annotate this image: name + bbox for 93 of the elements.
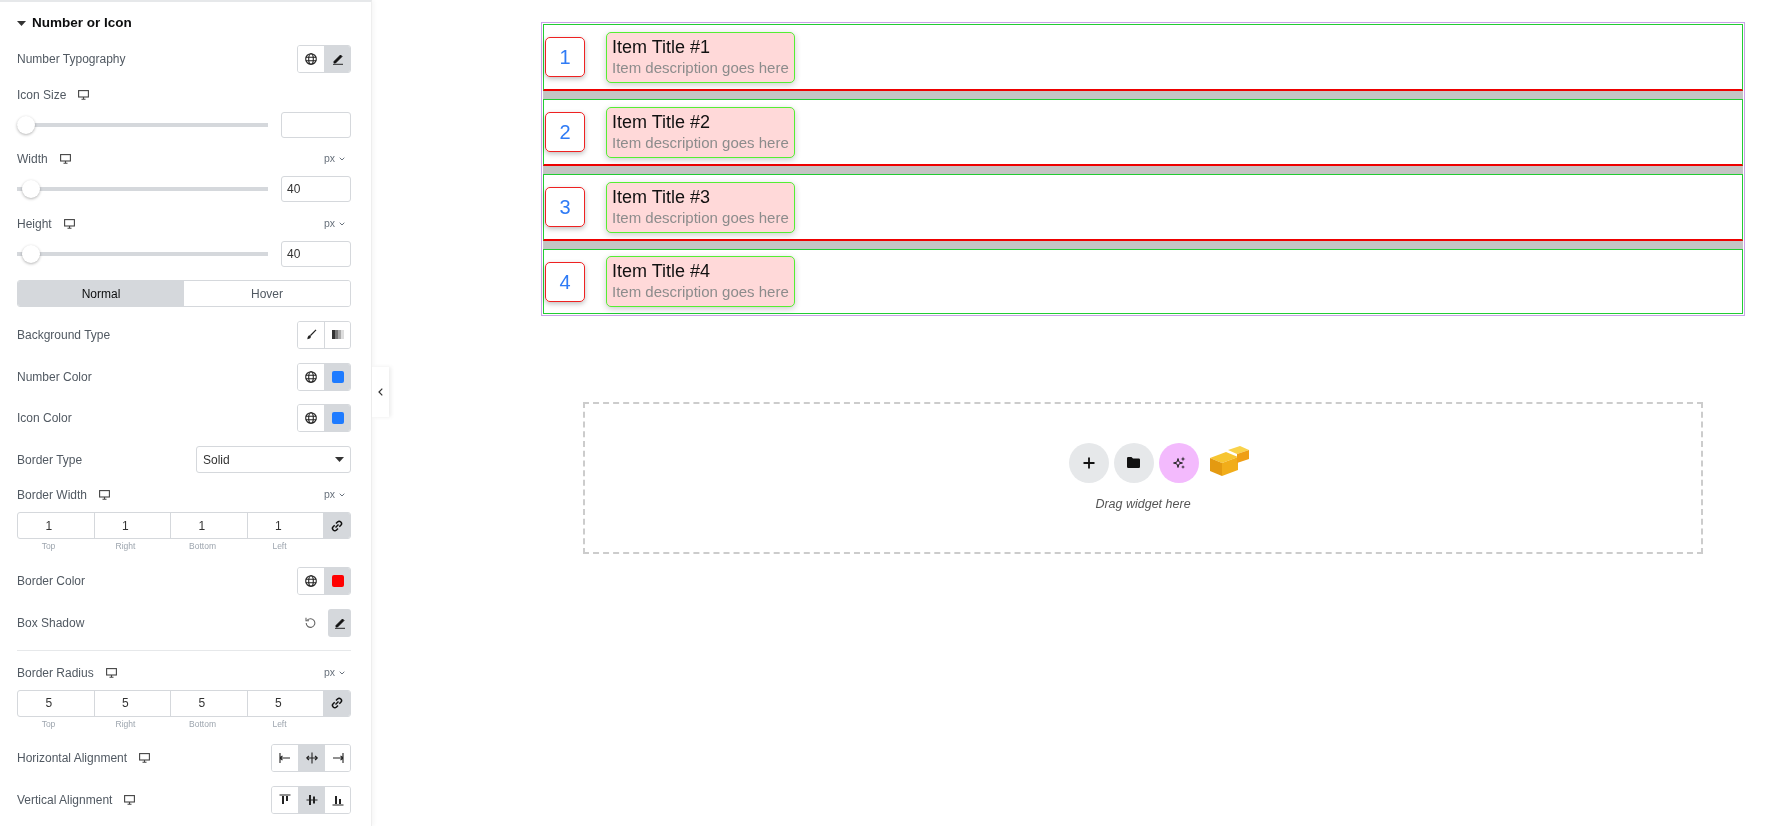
link-icon (331, 519, 343, 532)
chevron-icon (339, 157, 345, 162)
link-button[interactable] (324, 513, 350, 539)
side-label: Top (40, 540, 57, 554)
chevron-icon (339, 221, 345, 226)
ai-button[interactable] (1158, 442, 1199, 483)
side-label: Left (271, 717, 288, 731)
number-badge: 1 (545, 37, 585, 77)
align-left-icon (279, 752, 291, 765)
dimension-field[interactable]: 1 (18, 513, 95, 539)
align-center-icon (305, 752, 318, 765)
caret-icon (335, 457, 344, 463)
item-description: Item description goes here (612, 57, 789, 78)
control-label: Border Radius (17, 664, 94, 682)
unit-select[interactable]: px (323, 664, 351, 681)
gradient-icon (331, 330, 344, 340)
align-button[interactable] (324, 786, 350, 813)
item-title: Item Title #3 (612, 185, 712, 208)
control-label: Number Typography (17, 51, 126, 68)
brush-icon (305, 329, 317, 341)
drop-hint: Drag widget here (1095, 495, 1191, 513)
unit-select[interactable]: px (323, 487, 351, 504)
reset-icon (305, 617, 316, 629)
control-label: Number Color (17, 368, 92, 386)
item-title: Item Title #2 (612, 110, 712, 133)
side-label: Right (114, 717, 137, 731)
slider-thumb[interactable] (21, 180, 40, 199)
collapse-handle[interactable] (372, 367, 389, 417)
control-label: Width (17, 151, 48, 169)
align-bottom-icon (331, 793, 344, 806)
edit-button[interactable] (328, 608, 351, 637)
folder-icon (1127, 457, 1140, 469)
align-right-icon (331, 752, 344, 765)
color-picker-button[interactable] (324, 567, 350, 594)
dimension-field[interactable]: 5 (171, 690, 248, 716)
control-label: Border Color (17, 572, 86, 590)
align-top-icon (279, 793, 291, 806)
item-title: Item Title #4 (612, 260, 712, 282)
chevron-icon (339, 493, 345, 498)
pencil-icon (333, 616, 346, 629)
control-label: Icon Size (17, 86, 67, 104)
item-description: Item description goes here (612, 282, 789, 302)
drop-zone[interactable]: Drag widget here (583, 402, 1703, 554)
control-label: Height (17, 215, 52, 233)
control-label: Background Type (17, 326, 111, 344)
number-badge: 4 (545, 261, 585, 302)
gradient-button[interactable] (324, 321, 350, 348)
dimension-field[interactable]: 1 (171, 513, 248, 539)
plus-icon (1082, 456, 1095, 469)
globe-icon (305, 370, 317, 383)
align-middle-icon (305, 793, 318, 806)
globe-icon (305, 574, 317, 587)
dimension-field[interactable]: 1 (94, 513, 171, 539)
unit-select[interactable]: px (323, 151, 351, 168)
control-label: Horizontal Alignment (17, 750, 128, 768)
chevron-left-icon (378, 388, 383, 396)
link-button[interactable] (324, 690, 350, 716)
number-field[interactable] (281, 111, 351, 138)
slider-thumb[interactable] (17, 115, 35, 134)
color-picker-button[interactable] (324, 405, 350, 432)
state-tab[interactable]: Normal (18, 281, 184, 307)
number-field[interactable]: 40 (281, 176, 351, 203)
globe-icon (305, 412, 317, 425)
dimension-field[interactable]: 5 (18, 690, 95, 716)
sparkle-icon (1171, 455, 1186, 470)
side-label: Right (114, 540, 137, 554)
globe-icon (305, 53, 317, 65)
control-label: Icon Color (17, 410, 72, 428)
number-badge: 3 (545, 187, 585, 227)
control-label: Border Type (17, 451, 83, 469)
unit-select[interactable]: px (323, 215, 351, 232)
side-label: Left (271, 540, 288, 554)
slider-thumb[interactable] (21, 244, 40, 263)
side-label: Top (40, 717, 57, 731)
side-label: Bottom (188, 717, 217, 731)
number-field[interactable]: 40 (281, 240, 351, 267)
side-label: Bottom (188, 540, 217, 554)
edit-button[interactable] (324, 46, 350, 72)
section-title[interactable]: Number or Icon (32, 13, 132, 34)
item-description: Item description goes here (612, 207, 789, 228)
control-label: Vertical Alignment (17, 791, 113, 809)
pencil-icon (331, 53, 344, 65)
control-label: Box Shadow (17, 614, 85, 632)
select-field[interactable]: Solid (196, 446, 351, 474)
item-description: Item description goes here (612, 132, 789, 153)
control-label: Border Width (17, 487, 88, 505)
dimension-field[interactable]: 5 (94, 690, 171, 716)
item-title: Item Title #1 (612, 35, 712, 58)
link-icon (331, 697, 343, 710)
chevron-icon (339, 670, 345, 675)
color-picker-button[interactable] (324, 363, 350, 390)
align-button[interactable] (298, 786, 324, 813)
number-badge: 2 (545, 112, 585, 152)
